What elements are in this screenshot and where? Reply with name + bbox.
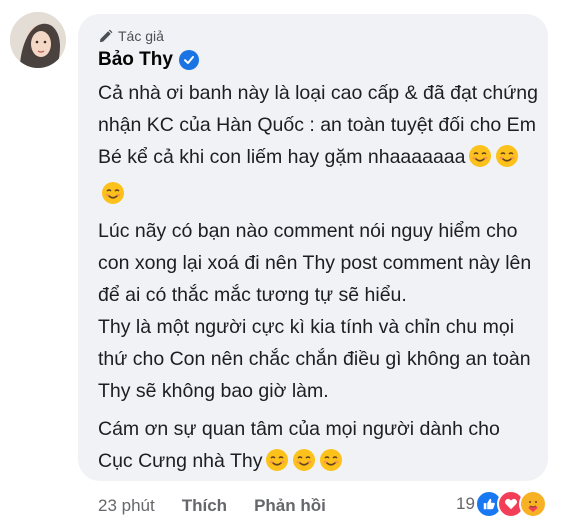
comment-text: Cả nhà ơi banh này là loại cao cấp & đã …	[98, 77, 538, 482]
reaction-summary[interactable]: 19	[456, 490, 547, 518]
author-badge-label: Tác giả	[118, 28, 164, 44]
comment-footer: 23 phút Thích Phản hồi	[98, 496, 326, 516]
reply-button[interactable]: Phản hồi	[254, 496, 326, 516]
care-reaction-icon	[518, 490, 547, 518]
smiling-face-emoji	[319, 448, 343, 482]
author-name[interactable]: Bảo Thy	[98, 49, 173, 71]
verified-check-icon	[178, 50, 199, 70]
author-avatar[interactable]	[10, 12, 66, 68]
author-name-row: Bảo Thy	[98, 49, 199, 71]
comment-paragraph: Lúc nãy có bạn nào comment nói nguy hiểm…	[98, 220, 532, 306]
comment-paragraph: Thy là một người cực kì kia tính và chỉn…	[98, 316, 531, 402]
reaction-count: 19	[456, 494, 475, 513]
like-button[interactable]: Thích	[182, 496, 227, 516]
comment-paragraph: Cả nhà ơi banh này là loại cao cấp & đã …	[98, 77, 538, 215]
smiling-face-emoji	[101, 181, 125, 215]
smiling-face-emoji	[495, 144, 519, 178]
author-badge-row: Tác giả	[98, 28, 164, 44]
smiling-face-emoji	[292, 448, 316, 482]
comment-time[interactable]: 23 phút	[98, 496, 155, 516]
smiling-face-emoji	[468, 144, 492, 178]
smiling-face-emoji	[265, 448, 289, 482]
pencil-icon	[99, 29, 113, 42]
avatar-photo	[10, 12, 66, 68]
comment-paragraph: Cám ơn sự quan tâm của mọi người dành ch…	[98, 413, 538, 482]
